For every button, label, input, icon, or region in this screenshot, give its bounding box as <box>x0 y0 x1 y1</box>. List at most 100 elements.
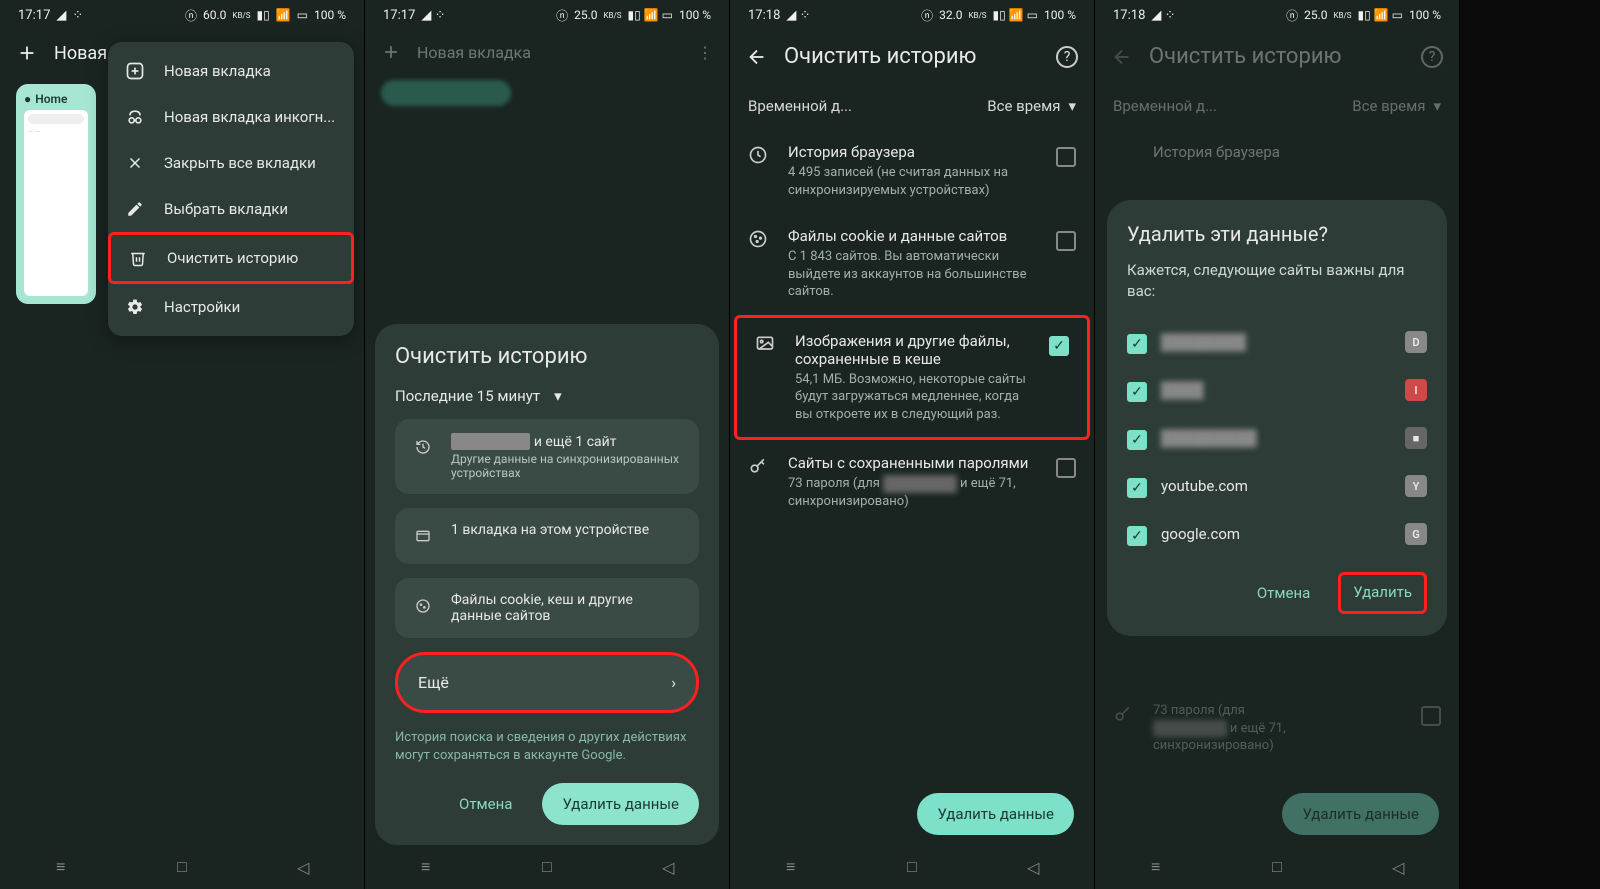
site-row[interactable]: ✓█████████■ <box>1127 414 1427 462</box>
synced-data-card[interactable]: ████████ и ещё 1 сайт Другие данные на с… <box>395 419 699 494</box>
site-row[interactable]: ✓████████D <box>1127 318 1427 366</box>
dialog-delete[interactable]: Удалить <box>1338 572 1427 614</box>
delete-data-button[interactable]: Удалить данные <box>917 793 1074 835</box>
nav-home[interactable]: □ <box>170 855 194 879</box>
overflow-icon[interactable]: ⋮ <box>697 43 713 62</box>
help-icon[interactable]: ? <box>1056 46 1078 68</box>
status-bar: 17:17◢ ⁘ ⓝ25.0KB/S▮▯ 📶 ▭100 % <box>365 0 729 30</box>
nav-menu[interactable]: ≡ <box>414 855 438 879</box>
card-sub: Другие данные на синхронизированных устр… <box>451 452 685 480</box>
clock-icon <box>748 145 772 165</box>
site-checkbox[interactable]: ✓ <box>1127 526 1147 546</box>
site-checkbox[interactable]: ✓ <box>1127 430 1147 450</box>
delete-data-button[interactable]: Удалить данные <box>542 783 699 825</box>
nav-home[interactable]: □ <box>535 855 559 879</box>
nav-menu[interactable]: ≡ <box>49 855 73 879</box>
menu-select-tabs[interactable]: Выбрать вкладки <box>108 186 354 232</box>
nav-menu[interactable]: ≡ <box>1144 855 1168 879</box>
sheet-title: Очистить историю <box>395 344 699 369</box>
menu-incognito[interactable]: Новая вкладка инкогн... <box>108 94 354 140</box>
menu-item-label: Закрыть все вкладки <box>164 154 316 172</box>
nfc-icon: ⓝ <box>185 7 197 24</box>
time-label: Временной д... <box>748 97 852 115</box>
nav-back[interactable]: ◁ <box>656 855 680 879</box>
dialog-title: Удалить эти данные? <box>1127 222 1427 246</box>
dialog-subtitle: Кажется, следующие сайты важны для вас: <box>1127 260 1427 302</box>
checkbox[interactable] <box>1056 458 1076 478</box>
site-row[interactable]: ✓google.comG <box>1127 510 1427 558</box>
time-value: Все время <box>987 97 1060 115</box>
cancel-button[interactable]: Отмена <box>441 783 530 825</box>
screen-2-sheet: 17:17◢ ⁘ ⓝ25.0KB/S▮▯ 📶 ▭100 % Новая вкла… <box>365 0 730 889</box>
battery-icon: ▭ <box>297 8 308 22</box>
overflow-menu: Новая вкладка Новая вкладка инкогн... За… <box>108 42 354 336</box>
reddit-icon: ◢ <box>56 8 66 23</box>
signal-icon: ▮▯ <box>256 8 269 22</box>
menu-new-tab[interactable]: Новая вкладка <box>108 48 354 94</box>
new-tab-label: Новая вкладка <box>417 43 531 62</box>
add-tab-icon[interactable] <box>381 42 401 62</box>
status-bar: 17:18◢ ⁘ ⓝ25.0KB/S▮▯ 📶 ▭100 % <box>1095 0 1459 30</box>
key-icon <box>1113 704 1137 724</box>
nav-home[interactable]: □ <box>1265 855 1289 879</box>
menu-settings[interactable]: Настройки <box>108 284 354 330</box>
item-passwords[interactable]: Сайты с сохраненными паролями 73 пароля … <box>730 440 1094 524</box>
tabs-device-text: 1 вкладка на этом устройстве <box>451 522 649 538</box>
site-name: youtube.com <box>1161 477 1248 495</box>
item-history[interactable]: История браузера 4 495 записей (не счита… <box>730 129 1094 213</box>
nav-home[interactable]: □ <box>900 855 924 879</box>
checkbox[interactable] <box>1056 231 1076 251</box>
incognito-icon <box>124 106 146 128</box>
status-time: 17:17 <box>18 8 50 23</box>
site-checkbox[interactable]: ✓ <box>1127 334 1147 354</box>
site-name: google.com <box>1161 525 1240 543</box>
status-bar: 17:17 ◢ ⁘ ⓝ 60.0 KB/S ▮▯ 📶 ▭ 100 % <box>0 0 364 30</box>
chevron-down-icon: ▾ <box>1068 97 1076 115</box>
add-tab-icon[interactable] <box>16 42 38 64</box>
site-name: █████████ <box>1161 429 1257 447</box>
cookies-cache-card[interactable]: Файлы cookie, кеш и другие данные сайтов <box>395 578 699 638</box>
delete-data-button-dim: Удалить данные <box>1282 793 1439 835</box>
menu-item-label: Настройки <box>164 298 240 316</box>
time-range-row[interactable]: Временной д... Все время ▾ <box>730 83 1094 129</box>
image-icon <box>755 334 779 354</box>
item-cookies[interactable]: Файлы cookie и данные сайтов С 1 843 сай… <box>730 213 1094 315</box>
cookie-icon <box>409 592 437 620</box>
nav-back[interactable]: ◁ <box>1021 855 1045 879</box>
nav-menu[interactable]: ≡ <box>779 855 803 879</box>
screen-3-detail: 17:18◢ ⁘ ⓝ32.0KB/S▮▯ 📶 ▭100 % Очистить и… <box>730 0 1095 889</box>
item-passwords-dim: 73 пароля (для████████ и ещё 71, синхрон… <box>1095 688 1459 769</box>
tab-icon: ● <box>24 92 31 106</box>
site-name: ████ <box>1161 381 1204 399</box>
checkbox-checked[interactable]: ✓ <box>1049 336 1069 356</box>
menu-clear-history[interactable]: Очистить историю <box>108 232 354 284</box>
site-row[interactable]: ✓████I <box>1127 366 1427 414</box>
close-icon <box>124 152 146 174</box>
time-range-label: Последние 15 минут <box>395 387 540 405</box>
nav-back[interactable]: ◁ <box>291 855 315 879</box>
site-row[interactable]: ✓ youtube.com Y <box>1127 462 1427 510</box>
item-cached-images[interactable]: Изображения и другие файлы, сохраненные … <box>734 315 1090 441</box>
apps-icon: ⁘ <box>72 8 83 23</box>
time-range-dropdown[interactable]: Последние 15 минут ▾ <box>395 387 699 405</box>
nav-back[interactable]: ◁ <box>1386 855 1410 879</box>
cookie-icon <box>748 229 772 249</box>
status-bar: 17:18◢ ⁘ ⓝ32.0KB/S▮▯ 📶 ▭100 % <box>730 0 1094 30</box>
back-icon[interactable] <box>746 46 768 68</box>
dialog-cancel[interactable]: Отмена <box>1239 572 1328 614</box>
more-button[interactable]: Ещё › <box>395 652 699 713</box>
history-icon <box>409 433 437 461</box>
tabs-device-card[interactable]: 1 вкладка на этом устройстве <box>395 508 699 564</box>
speed: 60.0 <box>203 8 226 22</box>
site-badge: Y <box>1405 475 1427 497</box>
checkbox[interactable] <box>1056 147 1076 167</box>
nav-bar: ≡ □ ◁ <box>0 845 364 889</box>
menu-close-all[interactable]: Закрыть все вкладки <box>108 140 354 186</box>
site-name: ████████ <box>1161 333 1246 351</box>
site-checkbox[interactable]: ✓ <box>1127 382 1147 402</box>
tab-thumbnail[interactable]: ● Home — — <box>16 84 96 304</box>
speed-unit: KB/S <box>232 11 250 20</box>
status-time: 17:18 <box>1113 8 1145 23</box>
plus-box-icon <box>124 60 146 82</box>
site-checkbox[interactable]: ✓ <box>1127 478 1147 498</box>
